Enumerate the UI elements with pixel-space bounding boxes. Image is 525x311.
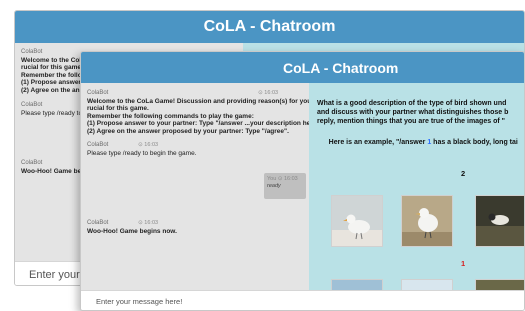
chatroom-title: CoLA - Chatroom [203, 18, 336, 35]
game-panel: What is a good description of the type o… [309, 83, 524, 290]
message-meta: You ⊙ 16:03 [267, 176, 303, 183]
bird-image[interactable] [331, 195, 383, 247]
message-meta: ColaBot ⊙ 16:03 [87, 219, 177, 228]
message-sender: ColaBot [87, 90, 109, 96]
bird-image-graphic [402, 196, 452, 246]
game-question: What is a good description of the type o… [317, 100, 509, 125]
message-text: Please type /ready to begin the game. [87, 149, 197, 157]
image-group-label: 2 [461, 169, 466, 178]
game-example: Here is an example, "/answer 1 has a bla… [317, 132, 518, 153]
chatroom-header: CoLA - Chatroom [15, 11, 524, 43]
chat-message: ColaBot ⊙ 16:03 Woo-Hoo! Game begins now… [87, 219, 177, 235]
chatroom-window-front: CoLA - Chatroom ColaBot ⊙ 16:03 Welcome … [80, 51, 525, 311]
message-time: ⊙ 16:03 [258, 90, 279, 96]
image-group-label: 1 [461, 259, 466, 268]
user-message-bubble: You ⊙ 16:03 ready [264, 173, 306, 199]
bird-image-graphic [402, 280, 452, 290]
chatroom-title: CoLA - Chatroom [283, 60, 399, 76]
chat-panel[interactable]: ColaBot ⊙ 16:03 Welcome to the CoLa Game… [81, 83, 351, 290]
message-sender: ColaBot [87, 142, 109, 148]
message-time: ⊙ 16:03 [277, 176, 298, 182]
bird-image[interactable] [475, 279, 524, 290]
message-time: ⊙ 16:03 [138, 220, 159, 226]
message-text: ready [267, 183, 281, 189]
message-time: ⊙ 16:03 [138, 142, 159, 148]
chat-message: ColaBot ⊙ 16:03 Please type /ready to be… [87, 141, 197, 157]
message-input[interactable]: Enter your message here! [81, 290, 524, 310]
bird-image[interactable] [401, 195, 453, 247]
bird-image[interactable] [401, 279, 453, 290]
example-suffix: has a black body, long tai [431, 139, 518, 146]
example-prefix: Here is an example, "/answer [328, 139, 428, 146]
bird-image[interactable] [331, 279, 383, 290]
message-meta: ColaBot ⊙ 16:03 [87, 141, 197, 150]
bird-image-graphic [332, 196, 382, 246]
bird-image[interactable] [475, 195, 524, 247]
chatroom-header: CoLA - Chatroom [81, 52, 524, 83]
message-sender: You [267, 176, 277, 182]
message-sender: ColaBot [87, 220, 109, 226]
bird-image-graphic [476, 196, 524, 246]
message-text: Woo-Hoo! Game begins now. [87, 227, 177, 235]
bird-image-graphic [332, 280, 382, 290]
bird-image-graphic [476, 280, 524, 290]
